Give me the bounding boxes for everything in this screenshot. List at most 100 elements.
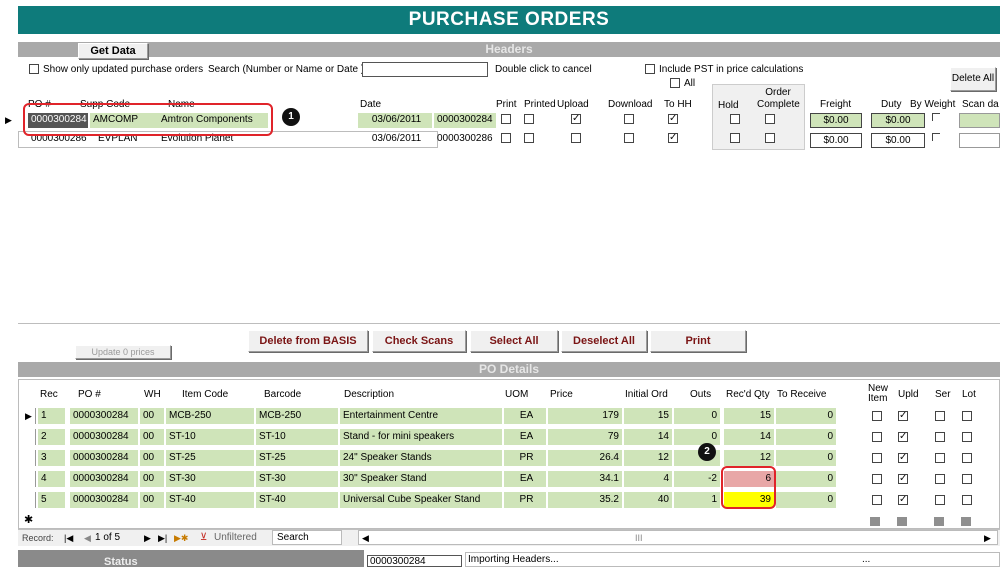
header-to-hh-checkbox[interactable]: ✓ (668, 114, 678, 124)
detail-lot-checkbox[interactable] (962, 453, 972, 463)
detail-lot-checkbox[interactable] (962, 495, 972, 505)
first-record-icon[interactable]: |◀ (64, 532, 73, 544)
detail-lot-checkbox[interactable] (962, 432, 972, 442)
new-row-ser-checkbox (934, 517, 944, 526)
detail-new-item-checkbox[interactable] (872, 495, 882, 505)
get-data-button[interactable]: Get Data (78, 43, 148, 59)
detail-ser-checkbox[interactable] (935, 495, 945, 505)
header-upload-checkbox[interactable] (571, 133, 581, 143)
header-to-hh-checkbox[interactable]: ✓ (668, 133, 678, 143)
detail-upld-checkbox[interactable]: ✓ (898, 411, 908, 421)
detail-outs: 1 (674, 492, 720, 508)
header-print-checkbox[interactable] (501, 114, 511, 124)
header-duty-field[interactable]: $0.00 (871, 113, 925, 128)
header-upload-checkbox[interactable]: ✓ (571, 114, 581, 124)
detail-upld-checkbox[interactable]: ✓ (898, 495, 908, 505)
scroll-right-icon[interactable]: ▶ (984, 532, 991, 544)
update-prices-button[interactable]: Update 0 prices (75, 345, 171, 359)
detail-recd-qty[interactable]: 12 (724, 450, 774, 466)
detail-ser-checkbox[interactable] (935, 453, 945, 463)
detail-rec: 3 (38, 450, 65, 466)
delete-all-button[interactable]: Delete All (950, 67, 996, 91)
last-record-icon[interactable]: ▶| (158, 532, 167, 544)
row-selector-icon[interactable]: ▶ (22, 408, 36, 424)
scroll-left-icon[interactable]: ◀ (362, 532, 369, 544)
new-row-icon[interactable]: ✱ (24, 514, 36, 526)
search-label: Search (Number or Name or Date ) (208, 64, 365, 75)
header-po2-field[interactable]: 0000300284 (434, 113, 496, 128)
col-po: PO # (78, 389, 101, 400)
select-all-button[interactable]: Select All (470, 330, 558, 352)
next-record-icon[interactable]: ▶ (144, 532, 151, 544)
detail-upld-checkbox[interactable]: ✓ (898, 453, 908, 463)
header-scan-date-field[interactable] (959, 113, 1000, 128)
row-selector[interactable] (22, 471, 36, 487)
select-all-checkbox[interactable] (670, 78, 680, 88)
detail-new-item-checkbox[interactable] (872, 453, 882, 463)
header-duty-field[interactable]: $0.00 (871, 133, 925, 148)
header-printed-checkbox[interactable] (524, 133, 534, 143)
detail-upld-checkbox[interactable]: ✓ (898, 432, 908, 442)
show-updated-checkbox[interactable] (29, 64, 39, 74)
header-download-checkbox[interactable] (624, 114, 634, 124)
detail-ser-checkbox[interactable] (935, 411, 945, 421)
col-price: Price (550, 389, 573, 400)
detail-lot-checkbox[interactable] (962, 411, 972, 421)
show-updated-label: Show only updated purchase orders (43, 64, 204, 75)
search-input[interactable] (362, 62, 488, 77)
callout-highlight-2 (721, 466, 776, 509)
row-selector[interactable] (22, 450, 36, 466)
deselect-all-button[interactable]: Deselect All (561, 330, 647, 352)
detail-description: Entertainment Centre (340, 408, 502, 424)
header-complete-checkbox[interactable] (765, 133, 775, 143)
horizontal-scrollbar[interactable] (358, 530, 998, 545)
header-scan-date-field[interactable] (959, 133, 1000, 148)
header-po2-field[interactable]: 0000300286 (434, 132, 496, 147)
record-position[interactable]: 1 of 5 (95, 532, 120, 544)
detail-to-receive: 0 (776, 471, 836, 487)
header-freight-field[interactable]: $0.00 (810, 133, 862, 148)
detail-recd-qty[interactable]: 15 (724, 408, 774, 424)
col-to-receive: To Receive (777, 389, 827, 400)
detail-new-item-checkbox[interactable] (872, 432, 882, 442)
header-print-checkbox[interactable] (501, 133, 511, 143)
prev-record-icon[interactable]: ◀ (84, 532, 91, 544)
header-freight-field[interactable]: $0.00 (810, 113, 862, 128)
check-scans-button[interactable]: Check Scans (372, 330, 466, 352)
detail-ser-checkbox[interactable] (935, 474, 945, 484)
scroll-thumb-icon[interactable]: III (635, 532, 643, 544)
header-by-weight-checkbox[interactable] (932, 113, 940, 121)
new-record-icon[interactable]: ▶✱ (174, 532, 188, 544)
header-hold-checkbox[interactable] (730, 114, 740, 124)
detail-ser-checkbox[interactable] (935, 432, 945, 442)
detail-new-item-checkbox[interactable] (872, 411, 882, 421)
detail-lot-checkbox[interactable] (962, 474, 972, 484)
detail-wh: 00 (140, 429, 164, 445)
detail-to-receive: 0 (776, 450, 836, 466)
row-selector[interactable] (22, 429, 36, 445)
print-button[interactable]: Print (650, 330, 746, 352)
unfiltered-label[interactable]: Unfiltered (214, 532, 257, 544)
detail-upld-checkbox[interactable]: ✓ (898, 474, 908, 484)
include-pst-checkbox[interactable] (645, 64, 655, 74)
col-wh: WH (144, 389, 161, 400)
header-date-field[interactable]: 03/06/2011 (358, 113, 432, 128)
header-date-field[interactable]: 03/06/2011 (358, 132, 432, 147)
detail-recd-qty[interactable]: 14 (724, 429, 774, 445)
row-selector[interactable] (22, 492, 36, 508)
header-hold-checkbox[interactable] (730, 133, 740, 143)
page-title: PURCHASE ORDERS (18, 6, 1000, 34)
col-description: Description (344, 389, 395, 400)
detail-outs: -2 (674, 471, 720, 487)
delete-from-basis-button[interactable]: Delete from BASIS (248, 330, 368, 352)
details-section-title: PO Details (478, 362, 540, 376)
detail-item-code: ST-30 (166, 471, 254, 487)
navigator-search-input[interactable]: Search (272, 530, 342, 545)
filter-icon[interactable]: ⊻ (200, 532, 207, 544)
detail-new-item-checkbox[interactable] (872, 474, 882, 484)
status-po-field: 0000300284 (367, 555, 462, 567)
header-printed-checkbox[interactable] (524, 114, 534, 124)
header-complete-checkbox[interactable] (765, 114, 775, 124)
header-download-checkbox[interactable] (624, 133, 634, 143)
header-by-weight-checkbox[interactable] (932, 133, 940, 141)
